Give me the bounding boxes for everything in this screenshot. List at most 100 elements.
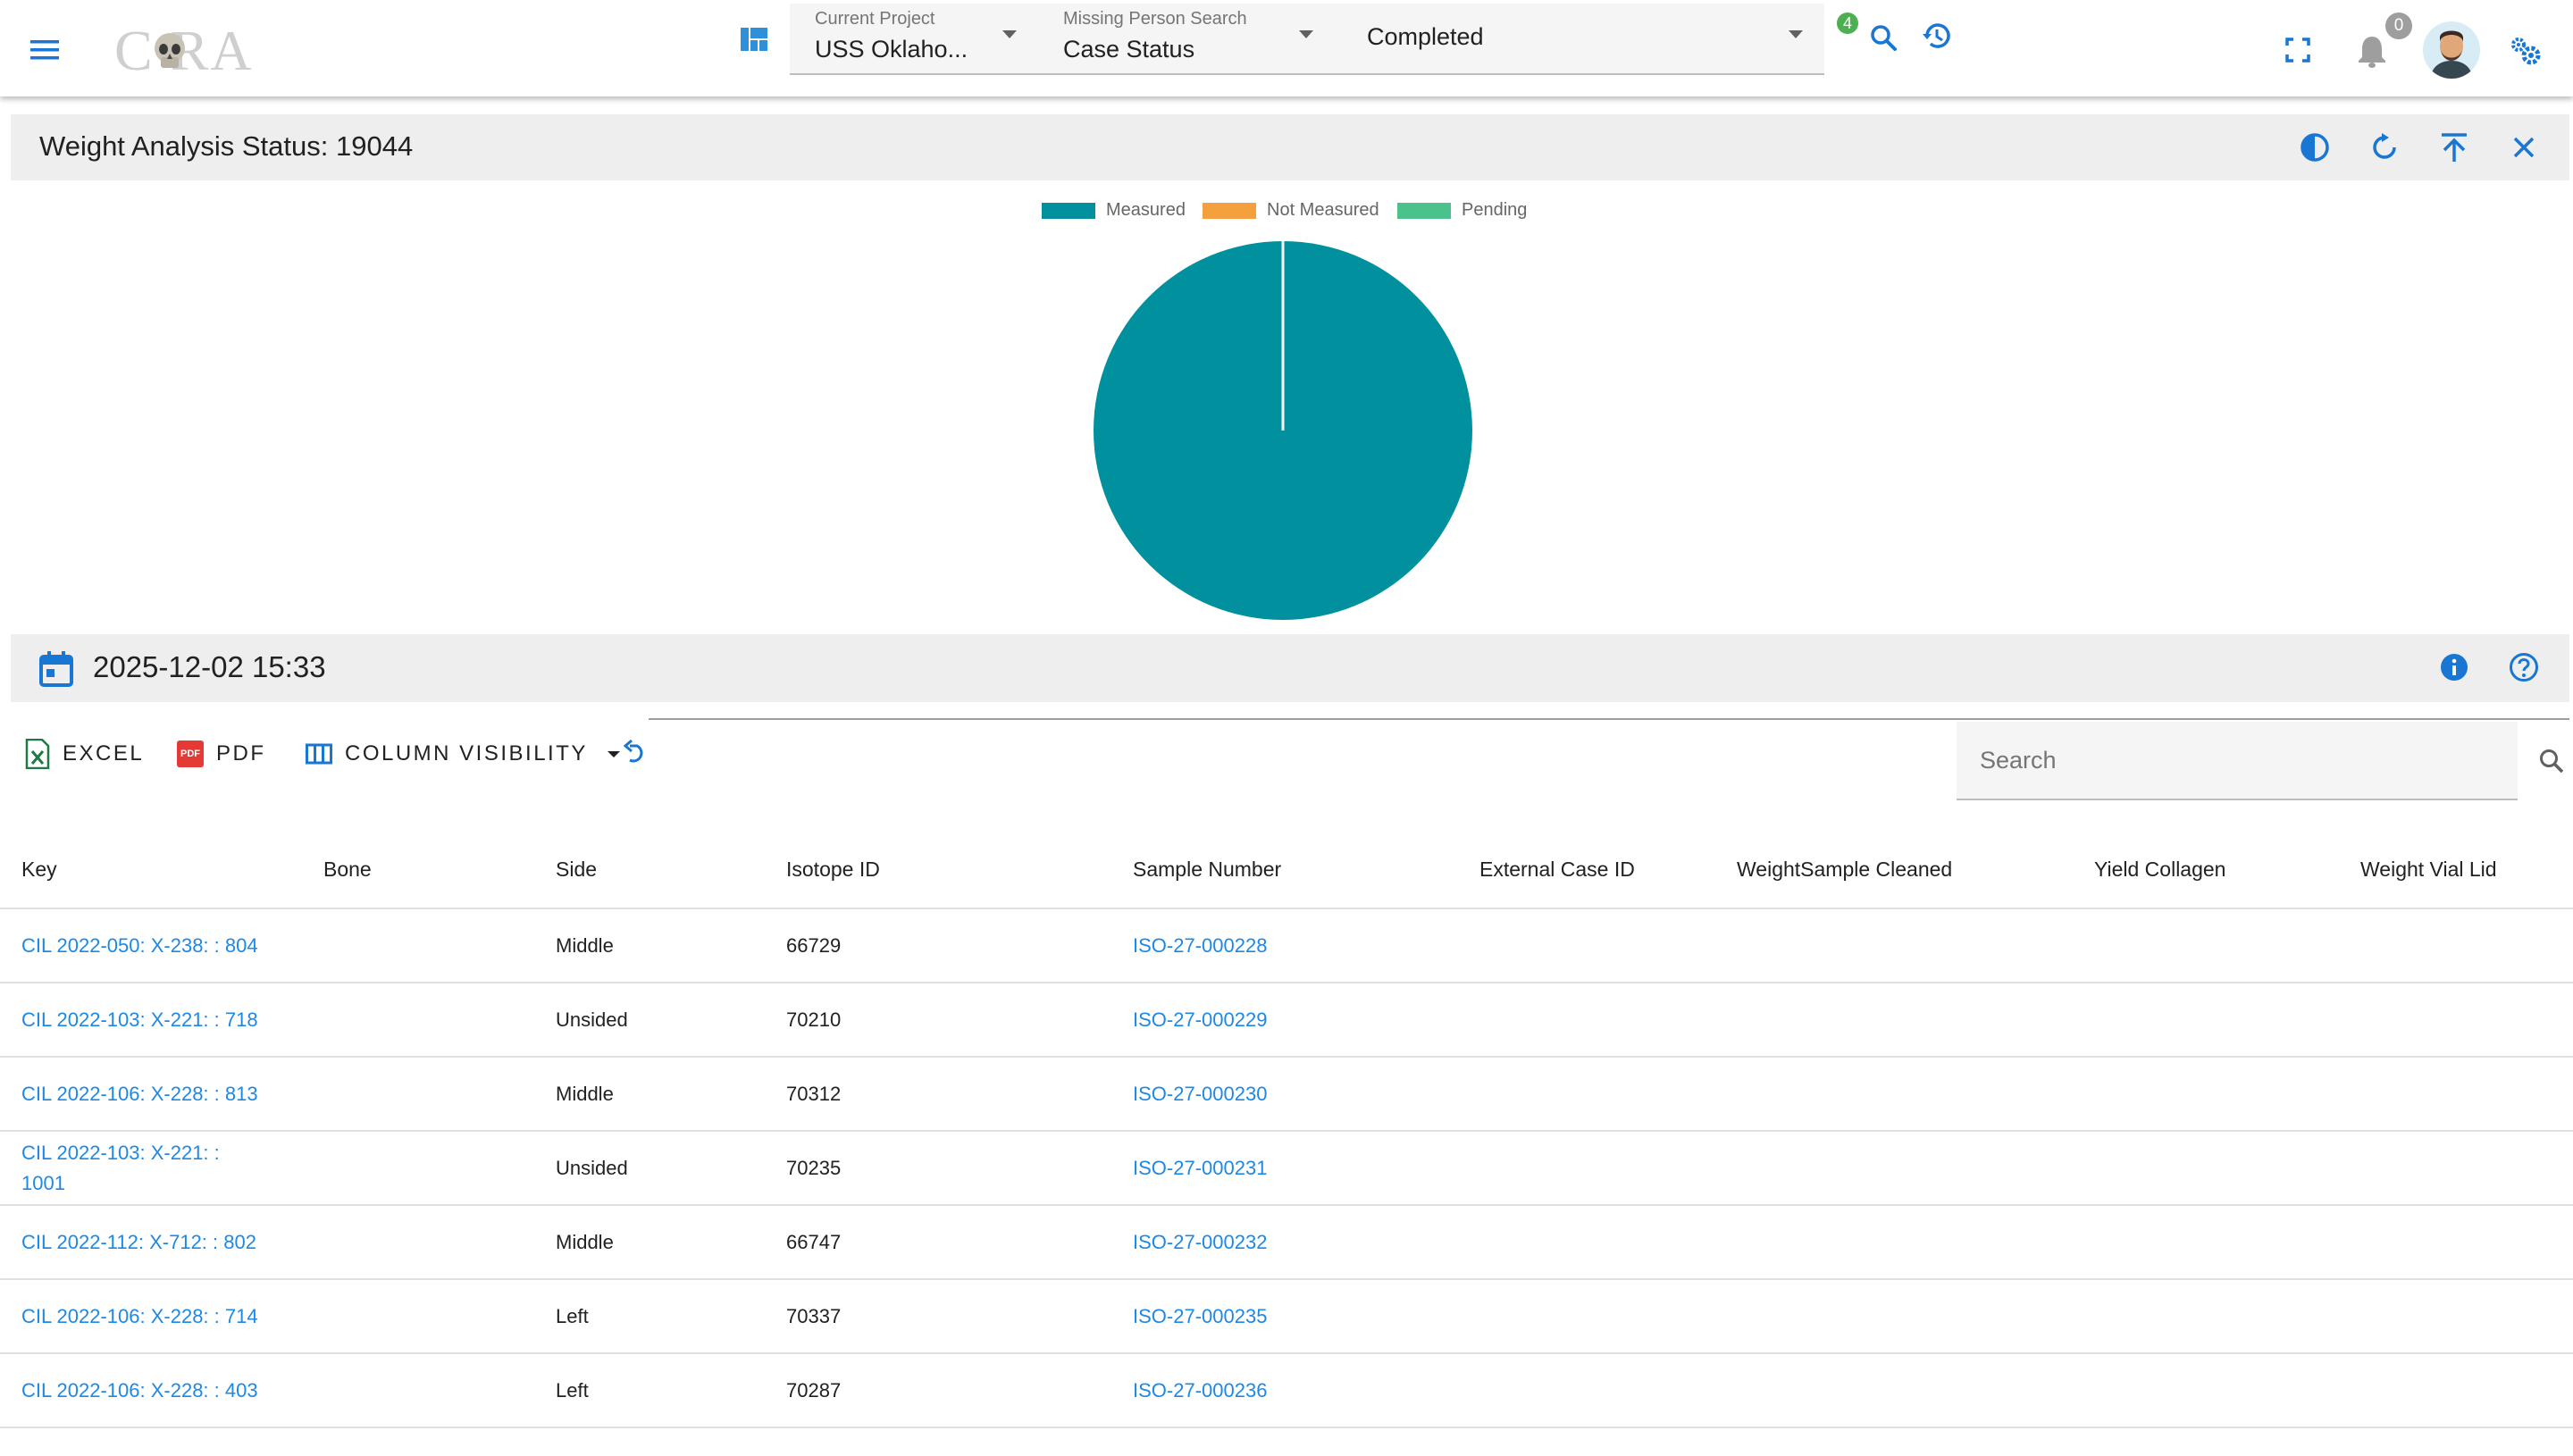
columns-icon bbox=[306, 743, 332, 765]
weight-vial-lid-cell bbox=[2339, 1279, 2573, 1354]
sample-number-link[interactable]: ISO-27-000229 bbox=[1133, 1008, 1267, 1031]
bone-cell bbox=[302, 1279, 534, 1354]
status-select[interactable]: Completed bbox=[1335, 4, 1824, 75]
key-link[interactable]: CIL 2022-103: X-221: : 718 bbox=[21, 1005, 281, 1035]
search-type-select[interactable]: Missing Person Search Case Status bbox=[1038, 4, 1335, 75]
yield-collagen-cell bbox=[2073, 1057, 2339, 1132]
table-row: CIL 2022-106: X-228: : 403 Left 70287 IS… bbox=[0, 1353, 2573, 1428]
legend-item[interactable]: Measured bbox=[1042, 200, 1186, 221]
yield-collagen-cell bbox=[2073, 1131, 2339, 1206]
pdf-label: PDF bbox=[216, 741, 266, 766]
yield-collagen-cell bbox=[2073, 1353, 2339, 1428]
external-case-id-cell bbox=[1458, 1057, 1715, 1132]
bone-cell bbox=[302, 1131, 534, 1206]
search-type-label: Missing Person Search bbox=[1063, 9, 1247, 29]
legend-label: Pending bbox=[1462, 200, 1528, 220]
sample-number-link[interactable]: ISO-27-000235 bbox=[1133, 1305, 1267, 1327]
date-bar: 2025-12-02 15:33 bbox=[11, 634, 2569, 702]
search-input[interactable] bbox=[1957, 722, 2518, 799]
results-table: Key Bone Side Isotope ID Sample Number E… bbox=[0, 831, 2573, 1428]
chevron-down-icon bbox=[1002, 30, 1017, 38]
table-row: CIL 2022-103: X-221: : 1001 Unsided 7023… bbox=[0, 1131, 2573, 1206]
column-visibility-button[interactable]: COLUMN VISIBILITY bbox=[306, 734, 620, 774]
isotope-id-cell: 70287 bbox=[765, 1353, 1111, 1428]
contrast-icon[interactable] bbox=[2296, 129, 2334, 166]
table-row: CIL 2022-106: X-228: : 813 Middle 70312 … bbox=[0, 1057, 2573, 1132]
column-header-isotope-id[interactable]: Isotope ID bbox=[765, 831, 1111, 909]
column-header-weight-vial-lid[interactable]: Weight Vial Lid bbox=[2339, 831, 2573, 909]
key-link[interactable]: CIL 2022-103: X-221: : 1001 bbox=[21, 1138, 263, 1199]
legend-swatch bbox=[1203, 202, 1256, 219]
current-project-label: Current Project bbox=[815, 9, 935, 29]
isotope-id-cell: 66729 bbox=[765, 908, 1111, 983]
external-case-id-cell bbox=[1458, 908, 1715, 983]
current-project-select[interactable]: Current Project USS Oklaho... bbox=[790, 4, 1038, 75]
calendar-icon[interactable] bbox=[38, 650, 75, 688]
external-case-id-cell bbox=[1458, 1205, 1715, 1280]
table-search-field[interactable] bbox=[1957, 722, 2518, 800]
table-row: CIL 2022-103: X-221: : 718 Unsided 70210… bbox=[0, 983, 2573, 1058]
search-icon[interactable] bbox=[2534, 743, 2569, 779]
sample-number-link[interactable]: ISO-27-000228 bbox=[1133, 934, 1267, 957]
excel-label: EXCEL bbox=[63, 741, 145, 766]
help-icon[interactable] bbox=[2505, 649, 2543, 686]
legend-item[interactable]: Pending bbox=[1397, 200, 1527, 221]
history-icon[interactable] bbox=[1917, 16, 1957, 55]
legend-swatch bbox=[1042, 202, 1095, 219]
reset-icon[interactable] bbox=[616, 734, 652, 770]
refresh-icon[interactable] bbox=[2366, 129, 2403, 166]
pdf-export-button[interactable]: PDF PDF bbox=[177, 734, 266, 774]
pie-chart bbox=[1094, 241, 1472, 620]
side-cell: Middle bbox=[534, 1057, 765, 1132]
yield-collagen-cell bbox=[2073, 908, 2339, 983]
external-case-id-cell bbox=[1458, 1279, 1715, 1354]
dashboard-icon[interactable] bbox=[736, 21, 772, 57]
bone-cell bbox=[302, 1353, 534, 1428]
external-case-id-cell bbox=[1458, 1353, 1715, 1428]
weight-sample-cleaned-cell bbox=[1715, 1057, 2073, 1132]
column-header-weight-sample-cleaned[interactable]: WeightSample Cleaned bbox=[1715, 831, 2073, 909]
table-row: CIL 2022-050: X-238: : 804 Middle 66729 … bbox=[0, 908, 2573, 983]
move-to-top-icon[interactable] bbox=[2435, 129, 2473, 166]
column-header-yield-collagen[interactable]: Yield Collagen bbox=[2073, 831, 2339, 909]
info-icon[interactable] bbox=[2435, 649, 2473, 686]
fullscreen-icon[interactable] bbox=[2280, 32, 2316, 68]
weight-sample-cleaned-cell bbox=[1715, 1279, 2073, 1354]
sample-number-link[interactable]: ISO-27-000236 bbox=[1133, 1379, 1267, 1402]
notifications-icon[interactable] bbox=[2351, 30, 2393, 71]
sample-number-link[interactable]: ISO-27-000230 bbox=[1133, 1083, 1267, 1105]
key-link[interactable]: CIL 2022-106: X-228: : 813 bbox=[21, 1079, 289, 1109]
yield-collagen-cell bbox=[2073, 1205, 2339, 1280]
table-toolbar: EXCEL PDF PDF COLUMN VISIBILITY bbox=[0, 715, 2573, 804]
menu-icon[interactable] bbox=[27, 32, 63, 68]
search-icon[interactable] bbox=[1864, 18, 1903, 57]
column-header-sample-number[interactable]: Sample Number bbox=[1111, 831, 1458, 909]
excel-export-button[interactable]: EXCEL bbox=[25, 734, 144, 774]
key-link[interactable]: CIL 2022-050: X-238: : 804 bbox=[21, 931, 263, 961]
column-header-bone[interactable]: Bone bbox=[302, 831, 534, 909]
column-header-key[interactable]: Key bbox=[0, 831, 302, 909]
key-link[interactable]: CIL 2022-112: X-712: : 802 bbox=[21, 1227, 289, 1258]
weight-vial-lid-cell bbox=[2339, 1131, 2573, 1206]
key-link[interactable]: CIL 2022-106: X-228: : 403 bbox=[21, 1376, 289, 1406]
sample-number-link[interactable]: ISO-27-000232 bbox=[1133, 1231, 1267, 1253]
sample-number-link[interactable]: ISO-27-000231 bbox=[1133, 1157, 1267, 1179]
side-cell: Unsided bbox=[534, 1131, 765, 1206]
side-cell: Left bbox=[534, 1279, 765, 1354]
avatar[interactable] bbox=[2423, 21, 2480, 79]
weight-vial-lid-cell bbox=[2339, 983, 2573, 1058]
column-header-external-case-id[interactable]: External Case ID bbox=[1458, 831, 1715, 909]
legend-item[interactable]: Not Measured bbox=[1203, 200, 1379, 221]
weight-sample-cleaned-cell bbox=[1715, 1131, 2073, 1206]
key-link[interactable]: CIL 2022-106: X-228: : 714 bbox=[21, 1301, 289, 1332]
settings-gears-icon[interactable] bbox=[2507, 32, 2546, 71]
close-icon[interactable] bbox=[2505, 129, 2543, 166]
isotope-id-cell: 70337 bbox=[765, 1279, 1111, 1354]
column-header-side[interactable]: Side bbox=[534, 831, 765, 909]
report-datetime: 2025-12-02 15:33 bbox=[93, 650, 326, 683]
side-cell: Middle bbox=[534, 908, 765, 983]
yield-collagen-cell bbox=[2073, 983, 2339, 1058]
side-cell: Unsided bbox=[534, 983, 765, 1058]
legend-label: Measured bbox=[1106, 200, 1186, 220]
weight-sample-cleaned-cell bbox=[1715, 1205, 2073, 1280]
